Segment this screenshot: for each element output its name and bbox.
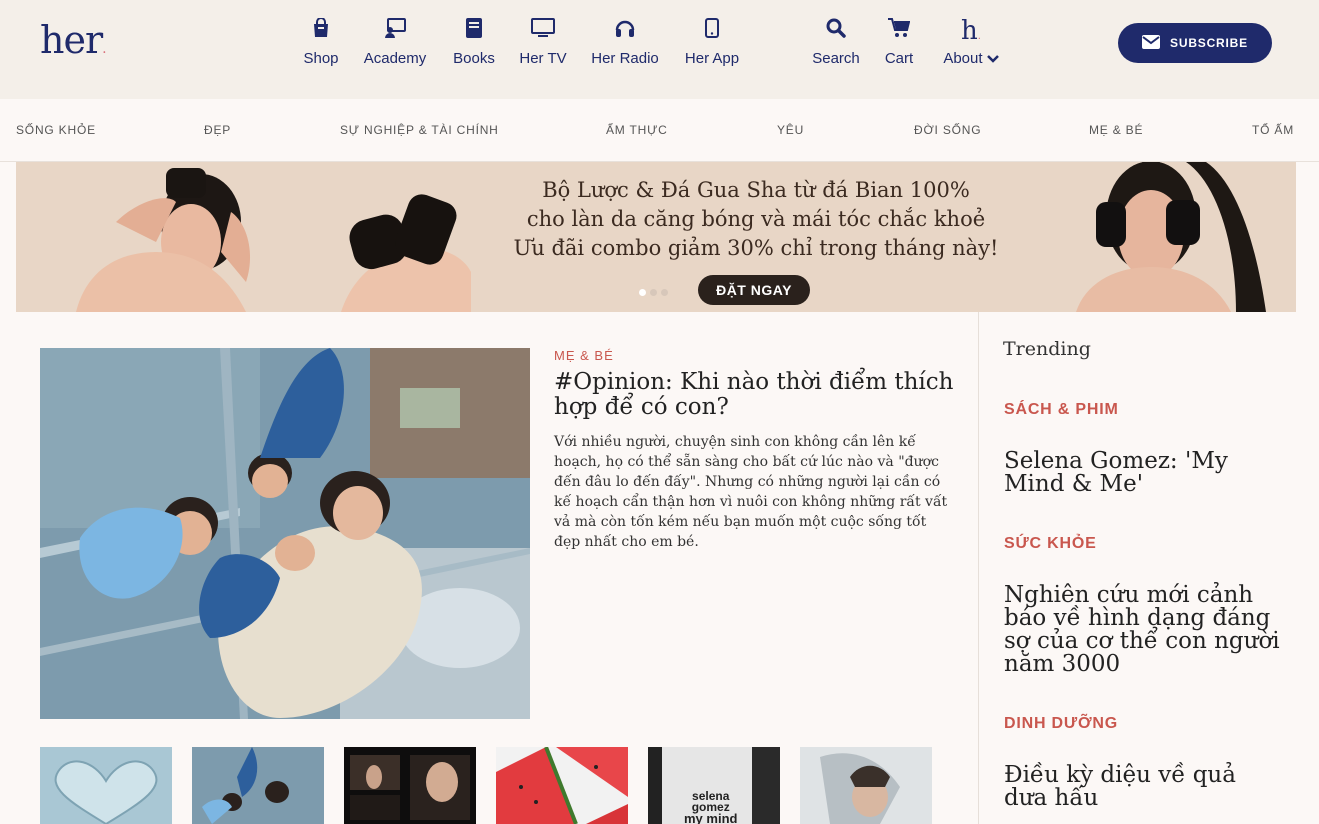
headphones-icon <box>590 18 660 44</box>
logo-text: her <box>40 18 103 62</box>
thumbnail-selena[interactable]: selena gomez my mind <box>648 747 780 824</box>
category-nav: SỐNG KHỎE ĐẸP SỰ NGHIỆP & TÀI CHÍNH ẨM T… <box>0 99 1319 162</box>
category-me-be[interactable]: MẸ & BÉ <box>1089 123 1143 137</box>
film-grid-illustration <box>344 747 476 824</box>
nav-label: Her App <box>684 50 740 67</box>
category-am-thuc[interactable]: ẨM THỰC <box>606 123 668 137</box>
thumbnail-watermelon[interactable] <box>496 747 628 824</box>
nav-search[interactable]: Search <box>811 18 861 67</box>
carousel-dots <box>639 289 668 296</box>
nav-shop[interactable]: Shop <box>303 18 339 67</box>
shopping-bag-icon <box>303 18 339 44</box>
trending-category[interactable]: DINH DƯỠNG <box>1004 715 1118 733</box>
promo-banner[interactable]: Bộ Lược & Đá Gua Sha từ đá Bian 100% cho… <box>16 162 1296 312</box>
banner-comb-hands-image <box>341 194 471 312</box>
subscribe-label: SUBSCRIBE <box>1170 36 1248 50</box>
trending-title[interactable]: Nghiên cứu mới cảnh báo về hình dạng đán… <box>1004 584 1284 676</box>
category-yeu[interactable]: YÊU <box>777 123 804 137</box>
nav-her-app[interactable]: Her App <box>683 18 741 67</box>
site-logo[interactable]: her. <box>40 18 107 62</box>
nav-label: Academy <box>363 50 427 67</box>
trending-category[interactable]: SÁCH & PHIM <box>1004 401 1119 419</box>
story-title[interactable]: #Opinion: Khi nào thời điểm thích hợp để… <box>554 370 964 420</box>
banner-line-1: Bộ Lược & Đá Gua Sha từ đá Bian 100% <box>542 178 970 202</box>
banner-text: Bộ Lược & Đá Gua Sha từ đá Bian 100% cho… <box>486 176 1026 263</box>
watermelon-illustration <box>496 747 628 824</box>
story-excerpt: Với nhiều người, chuyện sinh con không c… <box>554 434 948 550</box>
hero-article-image[interactable] <box>40 348 530 719</box>
category-dep[interactable]: ĐẸP <box>204 123 231 137</box>
selena-poster-text: selena gomez my mind <box>684 790 738 824</box>
banner-model-right-image <box>1076 162 1266 312</box>
nav-label: Books <box>453 50 495 67</box>
banner-model-left-image <box>76 168 251 312</box>
trending-title[interactable]: Điều kỳ diệu về quả dưa hấu <box>1004 764 1284 810</box>
search-icon <box>811 18 861 44</box>
subscribe-button[interactable]: SUBSCRIBE <box>1118 23 1272 63</box>
nav-academy[interactable]: Academy <box>362 18 428 67</box>
chevron-down-icon <box>986 55 999 63</box>
category-su-nghiep[interactable]: SỰ NGHIỆP & TÀI CHÍNH <box>340 123 499 137</box>
nav-label: Her Radio <box>591 50 659 67</box>
heart-photo-illustration <box>40 747 172 824</box>
sidebar-divider <box>978 312 979 824</box>
nav-her-tv[interactable]: Her TV <box>519 18 567 67</box>
academy-icon <box>362 18 428 44</box>
family-photo-illustration <box>40 348 530 719</box>
phone-icon <box>683 18 741 44</box>
carousel-dot[interactable] <box>650 289 657 296</box>
carousel-dot[interactable] <box>639 289 646 296</box>
banner-line-2: cho làn da căng bóng và mái tóc chắc kho… <box>526 207 986 231</box>
envelope-icon <box>1142 34 1161 52</box>
nav-about[interactable]: h. About <box>940 18 1002 67</box>
thumbnail-film[interactable] <box>344 747 476 824</box>
nav-label: Shop <box>303 50 339 67</box>
category-doi-song[interactable]: ĐỜI SỐNG <box>914 123 981 137</box>
trending-title[interactable]: Selena Gomez: 'My Mind & Me' <box>1004 450 1284 496</box>
trending-category[interactable]: SỨC KHỎE <box>1004 535 1097 553</box>
top-header: her. Shop Academy Books Her TV Her Radio… <box>0 0 1319 99</box>
family-thumb-illustration <box>192 747 324 824</box>
poster-line: my mind <box>684 811 738 824</box>
cart-icon <box>883 18 915 44</box>
thumbnail-heart[interactable] <box>40 747 172 824</box>
trending-heading: Trending <box>1003 338 1091 360</box>
category-to-am[interactable]: TỔ ẤM <box>1252 123 1294 137</box>
portrait-illustration <box>800 747 932 824</box>
carousel-dot[interactable] <box>661 289 668 296</box>
nav-her-radio[interactable]: Her Radio <box>590 18 660 67</box>
nav-books[interactable]: Books <box>452 18 496 67</box>
logo-dot: . <box>102 41 107 57</box>
thumbnail-portrait[interactable] <box>800 747 932 824</box>
nav-label: Her TV <box>519 50 567 67</box>
h-logo-icon: h. <box>961 16 981 46</box>
nav-label: Search <box>812 50 860 67</box>
tv-icon <box>519 18 567 44</box>
nav-cart[interactable]: Cart <box>883 18 915 67</box>
category-song-khoe[interactable]: SỐNG KHỎE <box>16 123 96 137</box>
nav-label: Cart <box>884 50 914 67</box>
nav-label: About <box>943 50 983 67</box>
banner-cta-button[interactable]: ĐẶT NGAY <box>698 275 810 305</box>
book-icon <box>452 18 496 44</box>
thumbnail-family[interactable] <box>192 747 324 824</box>
banner-line-3: Ưu đãi combo giảm 30% chỉ trong tháng nà… <box>513 236 999 260</box>
story-category[interactable]: MẸ & BÉ <box>554 348 614 363</box>
